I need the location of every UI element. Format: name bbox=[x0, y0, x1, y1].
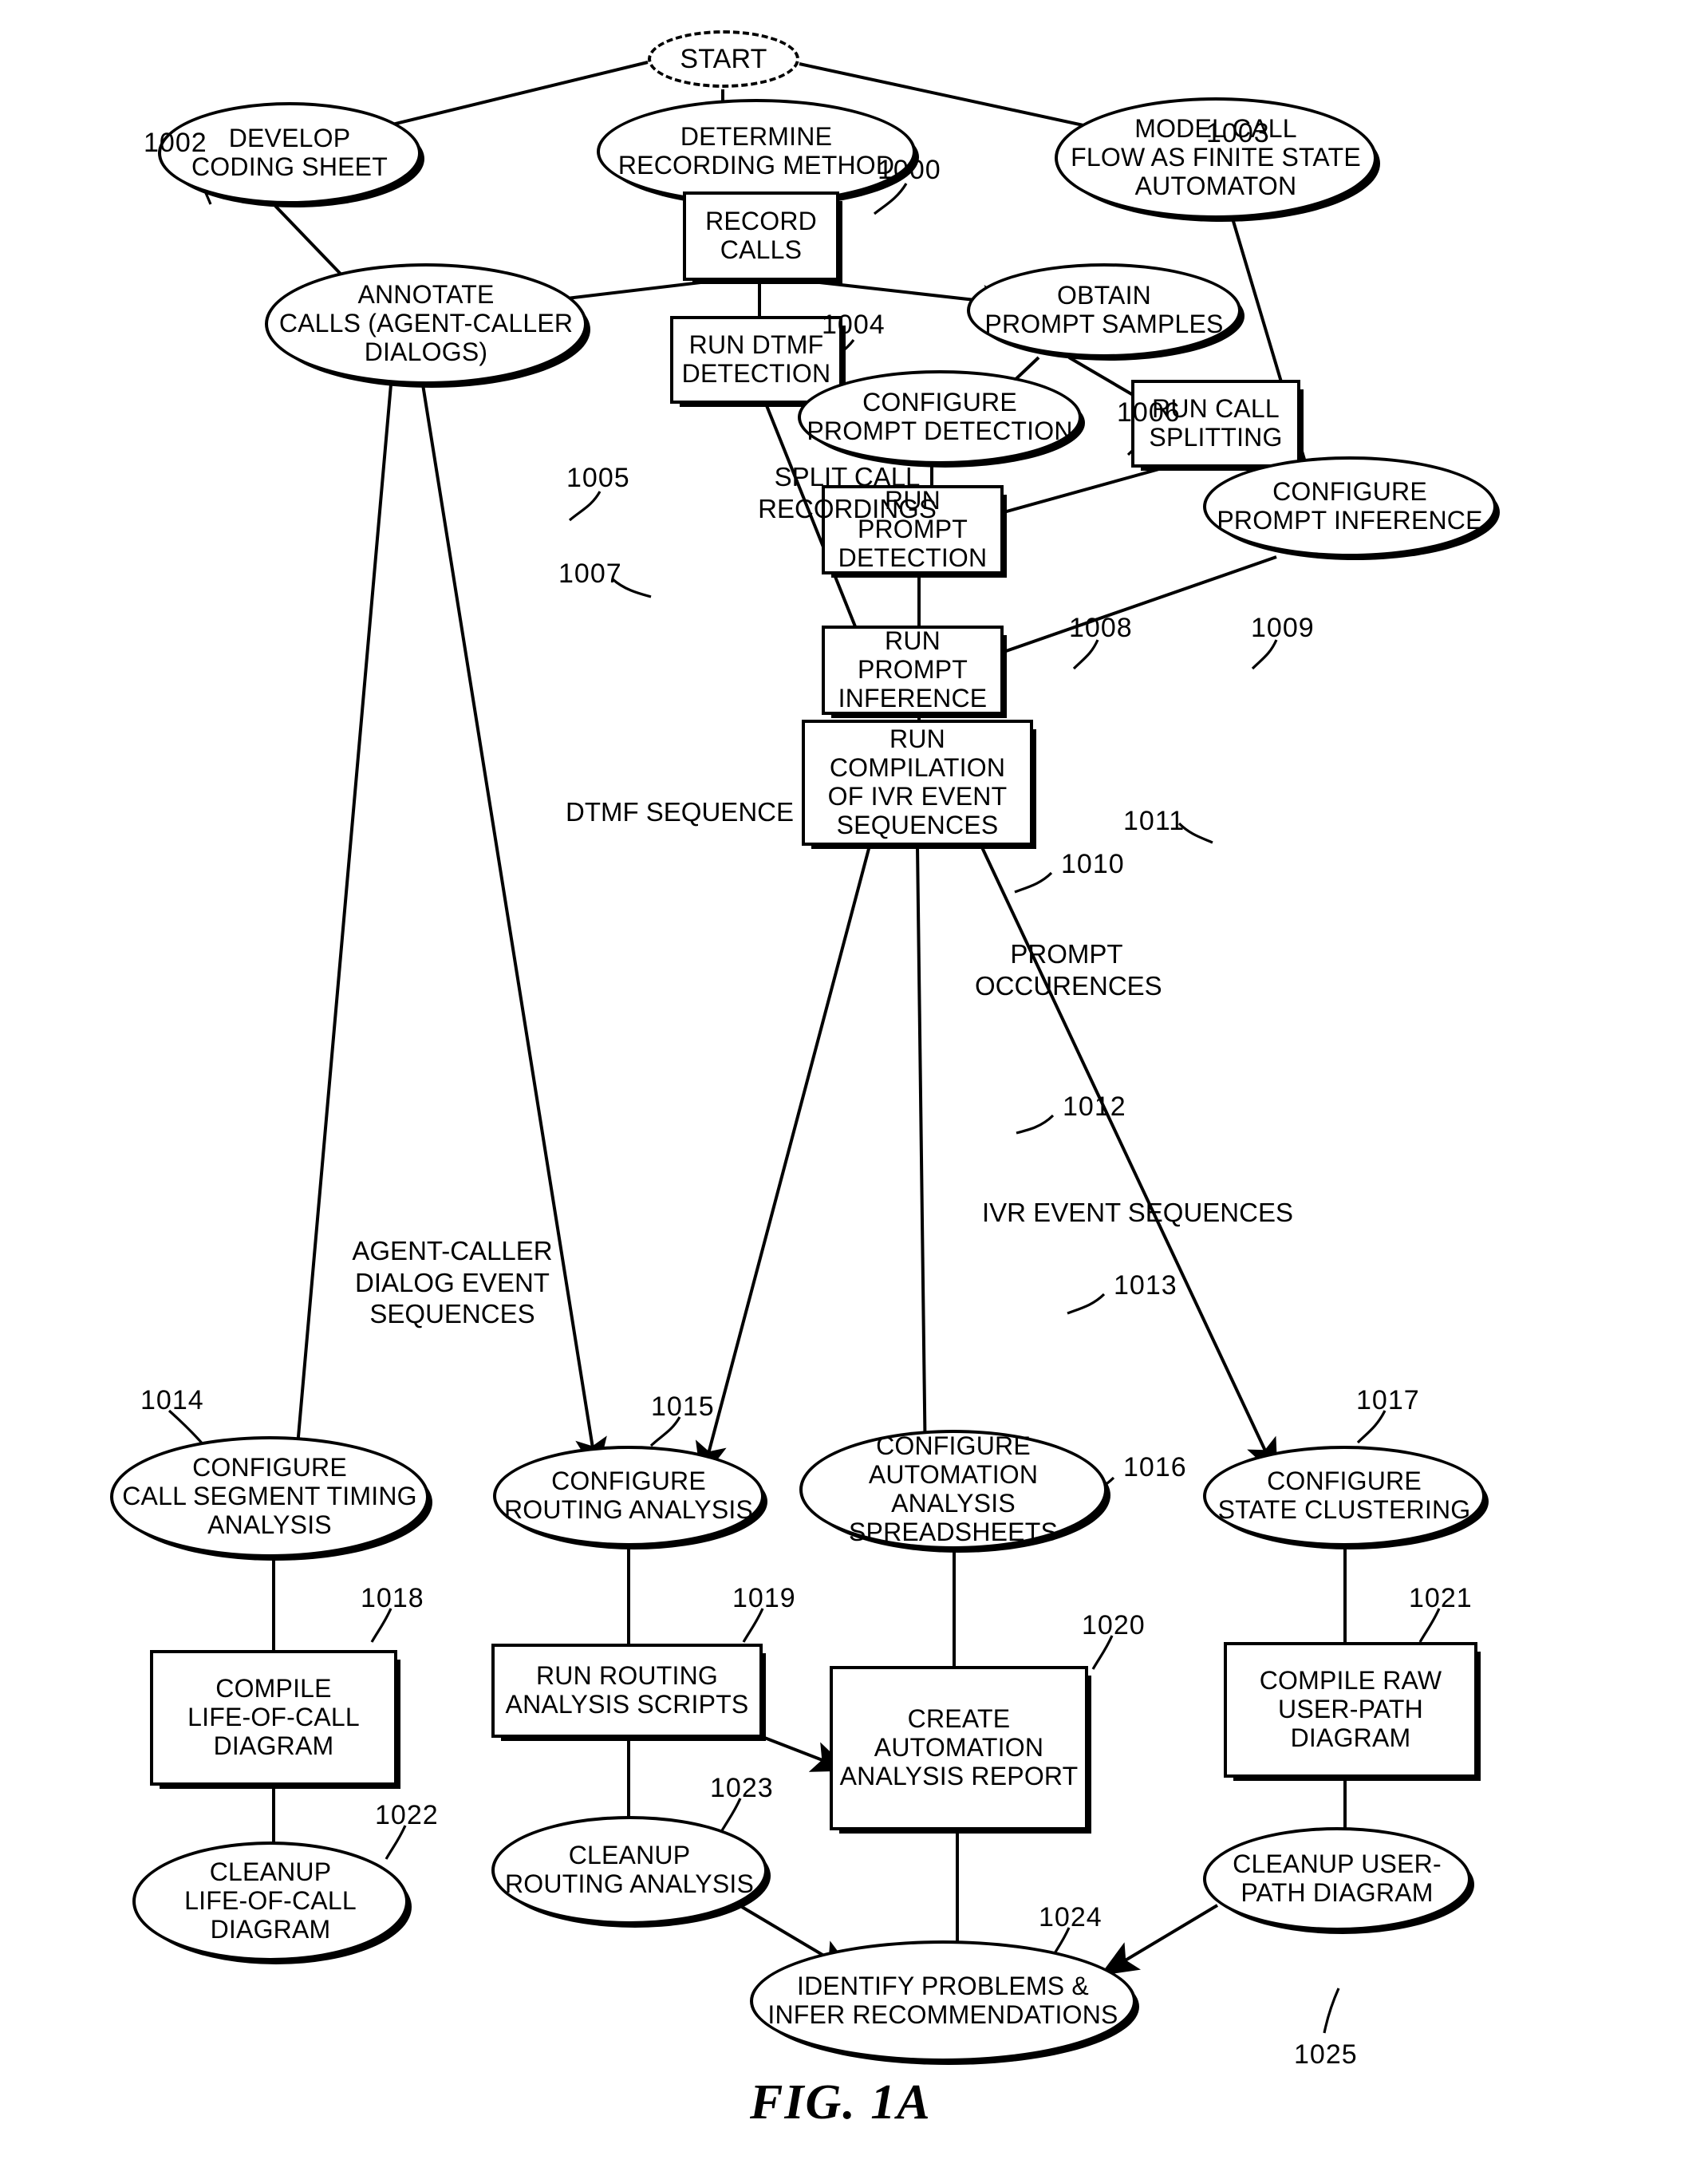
flow-node-label: CLEANUP ROUTING ANALYSIS bbox=[504, 1841, 754, 1898]
flow-node-1018: COMPILE LIFE-OF-CALL DIAGRAM bbox=[150, 1650, 397, 1786]
reference-numeral-1018: 1018 bbox=[361, 1583, 424, 1613]
reference-numeral-1000: 1000 bbox=[878, 155, 941, 185]
edge-1013-to-1015 bbox=[695, 845, 871, 1481]
flow-node-1019: RUN ROUTING ANALYSIS SCRIPTS bbox=[491, 1644, 763, 1738]
leader-1008 bbox=[1072, 639, 1099, 670]
flow-node-label: OBTAIN PROMPT SAMPLES bbox=[984, 281, 1224, 338]
edge-label-1: DTMF SEQUENCE bbox=[565, 797, 794, 827]
reference-numeral-1025: 1025 bbox=[1294, 2039, 1358, 2070]
flow-node-1015: CONFIGURE ROUTING ANALYSIS bbox=[493, 1446, 764, 1546]
reference-numeral-1010: 1010 bbox=[1061, 849, 1125, 879]
reference-numeral-1021: 1021 bbox=[1409, 1583, 1473, 1613]
edge-1025-to-1024 bbox=[1099, 1904, 1219, 1976]
flow-node-1014: CONFIGURE CALL SEGMENT TIMING ANALYSIS bbox=[110, 1436, 429, 1557]
reference-numeral-1020: 1020 bbox=[1082, 1610, 1146, 1640]
edge-label-3: IVR EVENT SEQUENCES bbox=[982, 1198, 1293, 1227]
flow-node-label: IDENTIFY PROBLEMS & INFER RECOMMENDATION… bbox=[767, 1972, 1118, 2029]
reference-numeral-1013: 1013 bbox=[1114, 1270, 1177, 1301]
reference-numeral-1017: 1017 bbox=[1356, 1385, 1420, 1415]
flow-node-1024: IDENTIFY PROBLEMS & INFER RECOMMENDATION… bbox=[750, 1940, 1136, 2062]
flow-node-1022: CLEANUP LIFE-OF-CALL DIAGRAM bbox=[132, 1842, 408, 1961]
flow-node-1005: ANNOTATE CALLS (AGENT-CALLER DIALOGS) bbox=[265, 263, 587, 385]
flow-node-1020: CREATE AUTOMATION ANALYSIS REPORT bbox=[830, 1666, 1088, 1830]
flow-node-1012: RUN PROMPT INFERENCE bbox=[822, 626, 1004, 715]
flow-node-label: RUN COMPILATION OF IVR EVENT SEQUENCES bbox=[827, 724, 1008, 839]
reference-numeral-1008: 1008 bbox=[1069, 613, 1133, 643]
flow-node-label: COMPILE LIFE-OF-CALL DIAGRAM bbox=[187, 1674, 360, 1760]
flow-node-1000: DETERMINE RECORDING METHOD bbox=[597, 99, 916, 204]
leader-1005 bbox=[568, 491, 602, 522]
reference-numeral-1015: 1015 bbox=[651, 1392, 715, 1422]
flow-node-label: RECORD CALLS bbox=[705, 207, 817, 264]
flow-node-label: ANNOTATE CALLS (AGENT-CALLER DIALOGS) bbox=[278, 280, 574, 366]
flow-node-1016: CONFIGURE AUTOMATION ANALYSIS SPREADSHEE… bbox=[799, 1430, 1107, 1549]
patent-figure-1a: START DEVELOP CODING SHEET DETERMINE RECOR… bbox=[0, 0, 1708, 2183]
reference-numeral-1016: 1016 bbox=[1123, 1452, 1187, 1482]
reference-numeral-1004: 1004 bbox=[822, 310, 886, 340]
flow-node-1013: RUN COMPILATION OF IVR EVENT SEQUENCES bbox=[802, 720, 1033, 846]
flow-node-label: CONFIGURE CALL SEGMENT TIMING ANALYSIS bbox=[122, 1453, 417, 1539]
flow-node-label: CLEANUP USER- PATH DIAGRAM bbox=[1233, 1849, 1442, 1907]
flow-node-label: RUN DTMF DETECTION bbox=[681, 330, 831, 388]
flow-node-label: CREATE AUTOMATION ANALYSIS REPORT bbox=[839, 1704, 1079, 1790]
leader-1025 bbox=[1323, 1988, 1340, 2034]
flow-node-label: DEVELOP CODING SHEET bbox=[191, 124, 388, 181]
leader-1000 bbox=[873, 183, 908, 215]
reference-numeral-1007: 1007 bbox=[558, 559, 622, 589]
reference-numeral-1012: 1012 bbox=[1063, 1092, 1126, 1122]
flow-node-start: START bbox=[648, 30, 799, 88]
flow-node-1023: CLEANUP ROUTING ANALYSIS bbox=[491, 1816, 767, 1924]
flow-node-label: RUN ROUTING ANALYSIS SCRIPTS bbox=[505, 1661, 749, 1719]
flow-node-1021: COMPILE RAW USER-PATH DIAGRAM bbox=[1224, 1642, 1477, 1778]
reference-numeral-1023: 1023 bbox=[710, 1773, 774, 1803]
flow-node-1008: CONFIGURE PROMPT DETECTION bbox=[798, 370, 1082, 464]
flow-node-label: CLEANUP LIFE-OF-CALL DIAGRAM bbox=[184, 1857, 357, 1944]
leader-1013 bbox=[1067, 1293, 1106, 1315]
leader-1012 bbox=[1016, 1114, 1055, 1135]
reference-numeral-1003: 1003 bbox=[1206, 118, 1270, 148]
flow-node-label: CONFIGURE STATE CLUSTERING bbox=[1217, 1467, 1471, 1524]
flow-node-1011: CONFIGURE PROMPT INFERENCE bbox=[1203, 456, 1497, 557]
flow-node-label: CONFIGURE PROMPT INFERENCE bbox=[1217, 477, 1483, 535]
flow-node-1006: OBTAIN PROMPT SAMPLES bbox=[967, 263, 1241, 357]
reference-numeral-1022: 1022 bbox=[375, 1800, 439, 1830]
flow-node-label: DETERMINE RECORDING METHOD bbox=[617, 122, 895, 180]
reference-numeral-1009: 1009 bbox=[1251, 613, 1315, 643]
edge-label-4: AGENT-CALLER DIALOG EVENT SEQUENCES bbox=[352, 1236, 553, 1329]
reference-numeral-1024: 1024 bbox=[1039, 1902, 1103, 1932]
reference-numeral-1011: 1011 bbox=[1123, 806, 1185, 836]
flow-node-1003: MODEL CALL FLOW AS FINITE STATE AUTOMATO… bbox=[1055, 97, 1377, 219]
reference-numeral-1002: 1002 bbox=[144, 128, 207, 158]
edge-label-2: PROMPT OCCURENCES bbox=[975, 939, 1162, 1001]
flow-node-label: COMPILE RAW USER-PATH DIAGRAM bbox=[1259, 1666, 1442, 1752]
flow-node-label: CONFIGURE PROMPT DETECTION bbox=[807, 388, 1073, 445]
flow-node-label: CONFIGURE AUTOMATION ANALYSIS SPREADSHEE… bbox=[848, 1431, 1059, 1546]
leader-1009 bbox=[1251, 639, 1278, 670]
reference-numeral-1014: 1014 bbox=[140, 1385, 204, 1415]
edge-1013-to-1016 bbox=[909, 845, 941, 1473]
flow-node-1025: CLEANUP USER- PATH DIAGRAM bbox=[1203, 1827, 1471, 1931]
reference-numeral-1019: 1019 bbox=[732, 1583, 796, 1613]
figure-caption: FIG. 1A bbox=[750, 2075, 932, 2130]
flow-node-1004: RECORD CALLS bbox=[683, 191, 839, 281]
leader-1010 bbox=[1014, 871, 1053, 894]
flow-node-label: CONFIGURE ROUTING ANALYSIS bbox=[503, 1467, 753, 1524]
edge-label-0: SPLIT CALL RECORDINGS bbox=[758, 462, 937, 523]
reference-numeral-1006: 1006 bbox=[1117, 397, 1181, 428]
flow-node-label: RUN PROMPT INFERENCE bbox=[838, 626, 988, 713]
flow-node-label: START bbox=[680, 43, 767, 74]
reference-numeral-1005: 1005 bbox=[566, 463, 630, 493]
flow-node-1017: CONFIGURE STATE CLUSTERING bbox=[1203, 1446, 1485, 1546]
